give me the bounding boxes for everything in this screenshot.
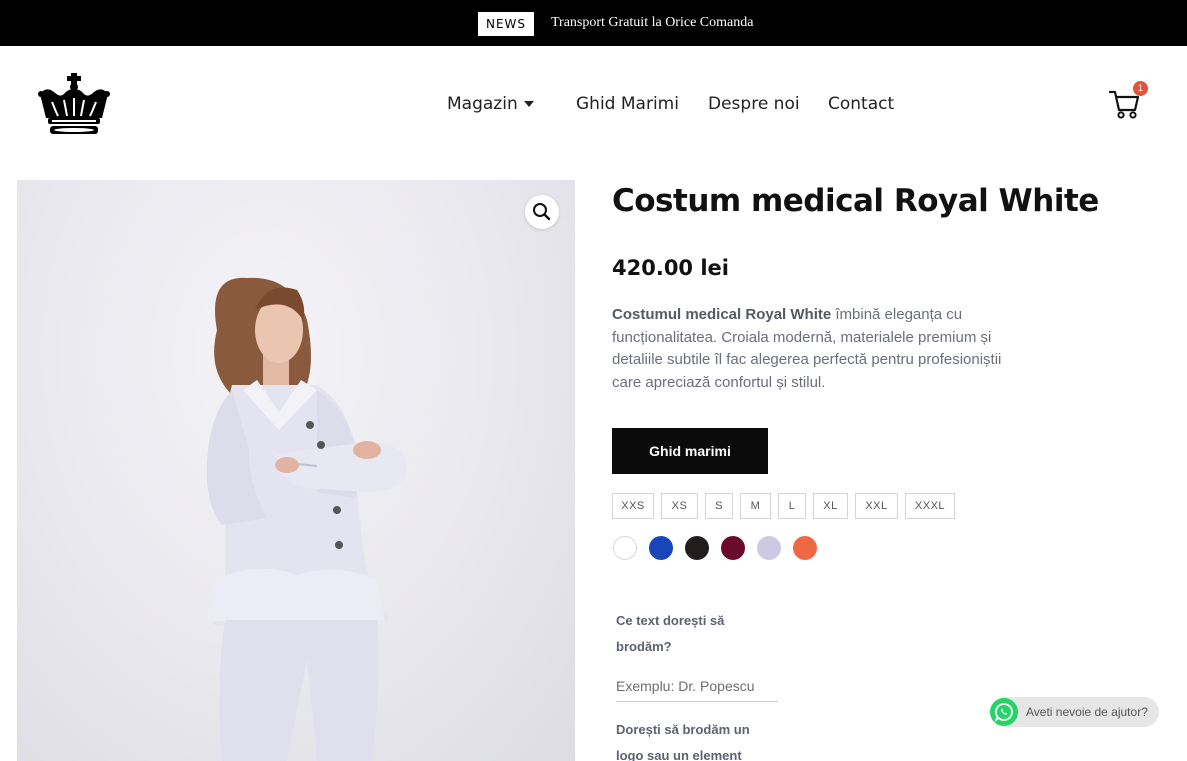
nav-item-magazin[interactable]: Magazin <box>447 92 518 116</box>
product-image[interactable] <box>17 180 575 761</box>
product-price: 420.00 lei <box>612 256 729 280</box>
embroidery-text-label: Ce text dorești să brodăm? <box>616 613 725 654</box>
size-option-xs[interactable]: XS <box>661 493 698 519</box>
color-swatch-white[interactable] <box>613 536 637 560</box>
whatsapp-icon[interactable] <box>990 698 1018 726</box>
product-title: Costum medical Royal White <box>612 183 1099 219</box>
color-swatch-black[interactable] <box>685 536 709 560</box>
zoom-button[interactable] <box>525 195 559 229</box>
size-option-xl[interactable]: XL <box>813 493 848 519</box>
nav-item-despre-noi[interactable]: Despre noi <box>708 92 800 116</box>
nav-item-ghid-marimi[interactable]: Ghid Marimi <box>576 92 679 116</box>
cart-count-badge: 1 <box>1133 81 1148 96</box>
whatsapp-help-text: Aveti nevoie de ajutor? <box>1026 705 1148 719</box>
size-option-xxxl[interactable]: XXXL <box>905 493 955 519</box>
chevron-down-icon[interactable] <box>524 101 534 107</box>
color-swatch-lavender[interactable] <box>757 536 781 560</box>
size-option-xxs[interactable]: XXS <box>612 493 654 519</box>
color-swatch-burgundy[interactable] <box>721 536 745 560</box>
embroidery-text-input[interactable] <box>616 670 778 702</box>
color-swatch-orange[interactable] <box>793 536 817 560</box>
size-option-l[interactable]: L <box>778 493 806 519</box>
announcement-text: Transport Gratuit la Orice Comanda <box>551 15 754 30</box>
color-swatch-blue[interactable] <box>649 536 673 560</box>
size-option-xxl[interactable]: XXL <box>855 493 898 519</box>
news-badge: NEWS <box>478 12 534 36</box>
product-description: Costumul medical Royal White îmbină eleg… <box>612 304 1002 394</box>
logo-crown-icon[interactable] <box>38 72 110 136</box>
description-bold: Costumul medical Royal White <box>612 306 832 323</box>
embroidery-logo-label: Dorești să brodăm un logo sau un element <box>616 722 750 761</box>
announcement-bar: NEWS Transport Gratuit la Orice Comanda <box>0 0 1187 46</box>
size-option-m[interactable]: M <box>740 493 771 519</box>
size-option-s[interactable]: S <box>705 493 733 519</box>
nav-item-contact[interactable]: Contact <box>828 92 894 116</box>
magnifier-icon <box>533 203 551 221</box>
size-guide-button[interactable]: Ghid marimi <box>612 428 768 474</box>
